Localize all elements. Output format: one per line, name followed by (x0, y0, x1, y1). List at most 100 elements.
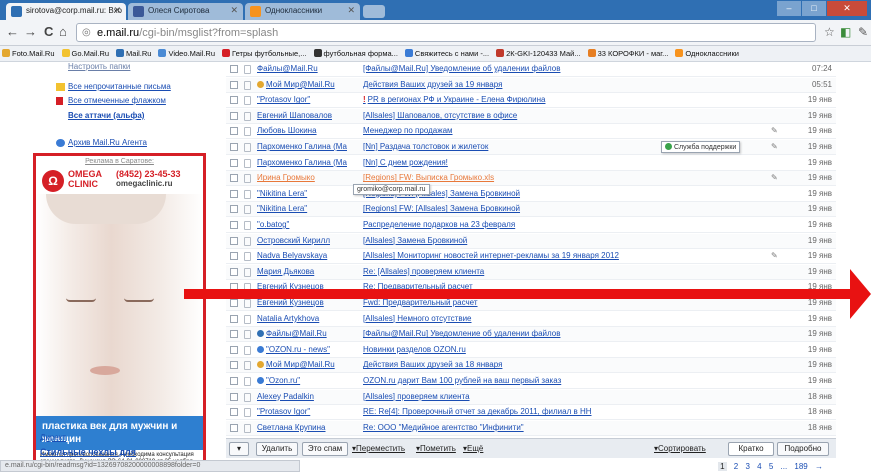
tab-close-icon[interactable]: ✕ (347, 5, 355, 16)
table-row[interactable]: "Protasov Igor"! PR в регионах РФ и Украи… (226, 93, 836, 109)
table-row[interactable]: Любовь Шокина Менеджер по продажам ✎ 19 янв (226, 124, 836, 140)
row-checkbox[interactable] (230, 96, 238, 105)
folder-settings-link[interactable]: Настроить папки (68, 62, 130, 71)
table-row[interactable]: "Protasov Igor" RE: Re[4]: Проверочный от… (226, 405, 836, 421)
back-arrow-icon[interactable]: ← (6, 24, 19, 39)
row-flag-icon[interactable] (244, 314, 251, 324)
mail-subject[interactable]: Действия Ваших друзей за 18 января (363, 360, 663, 369)
row-checkbox[interactable] (230, 377, 238, 385)
table-row[interactable]: Файлы@Mail.Ru [Файлы@Mail.Ru] Уведомление… (226, 62, 836, 77)
row-checkbox[interactable] (230, 80, 238, 89)
agent-archive-link[interactable]: Архив Mail.Ru Агента (68, 138, 147, 147)
table-row[interactable]: Светлана Крупина Re: ООО "Медийное агентс… (226, 420, 836, 436)
select-all-checkbox[interactable]: ▾ (229, 442, 249, 456)
mail-subject[interactable]: Fwd: Предварительный расчет (363, 298, 663, 307)
mail-subject[interactable]: [Allsales] Мониторинг новостей интернет-… (363, 251, 663, 260)
page-1[interactable]: 1 (718, 462, 727, 471)
row-checkbox[interactable] (230, 158, 238, 167)
row-checkbox[interactable] (230, 236, 238, 245)
row-flag-icon[interactable] (244, 252, 251, 262)
tab-mail-inbox[interactable]: sirotova@corp.mail.ru: Вхо ✕ (6, 3, 126, 20)
row-flag-icon[interactable] (244, 345, 251, 355)
mail-subject[interactable]: Распределение подарков на 23 февраля (363, 220, 663, 229)
spam-button[interactable]: Это спам (302, 442, 348, 456)
mail-subject[interactable]: Менеджер по продажам (363, 126, 663, 135)
table-row[interactable]: "OZON.ru - news" Новинки разделов OZON.ru… (226, 342, 836, 358)
row-checkbox[interactable] (230, 127, 238, 136)
row-flag-icon[interactable] (244, 392, 251, 402)
row-checkbox[interactable] (230, 423, 238, 432)
tab-odnoklassniki[interactable]: Одноклассники ✕ (245, 3, 360, 20)
row-flag-icon[interactable] (244, 143, 251, 152)
row-flag-icon[interactable] (244, 236, 251, 246)
bookmark-item[interactable]: Video.Mail.Ru (156, 46, 220, 58)
table-row[interactable]: "Nikitina Lera" [Regions] FW: [Allsales] … (226, 202, 836, 218)
mail-subject[interactable]: [Файлы@Mail.Ru] Уведомление об удалении … (363, 329, 663, 338)
table-row[interactable]: Мой Мир@Mail.Ru Действия Ваших друзей за … (226, 358, 836, 374)
page-3[interactable]: 3 (745, 462, 749, 471)
row-checkbox[interactable] (230, 314, 238, 323)
row-flag-icon[interactable] (244, 221, 251, 230)
more-menu[interactable]: ▾Ещё (463, 444, 483, 453)
row-checkbox[interactable] (230, 111, 238, 120)
row-checkbox[interactable] (230, 189, 238, 198)
table-row[interactable]: Nadva Belyavskaya [Allsales] Мониторинг н… (226, 249, 836, 265)
bookmark-item[interactable]: 2К-GKI-120433 Май... (494, 46, 586, 58)
mark-menu[interactable]: ▾Пометить (416, 444, 456, 453)
flagged-mail-link[interactable]: Все отмеченные флажком (68, 96, 166, 105)
tab-facebook[interactable]: Олеся Сиротова ✕ (128, 3, 243, 20)
row-checkbox[interactable] (230, 205, 238, 214)
page-5[interactable]: 5 (769, 462, 773, 471)
mail-subject[interactable]: [Allsales] проверяем клиента (363, 392, 663, 401)
mail-subject[interactable]: [Regions] FW: [Allsales] Замена Бровкино… (363, 204, 663, 213)
page-last[interactable]: 189 (794, 462, 807, 471)
row-checkbox[interactable] (230, 143, 238, 151)
row-checkbox[interactable] (230, 361, 238, 370)
row-flag-icon[interactable] (244, 65, 251, 74)
wrench-icon[interactable]: ✎ (858, 25, 868, 39)
attachments-link[interactable]: Все аттачи (альфа) (68, 111, 144, 120)
mail-subject[interactable]: [Regions] FW: Выписка Громыко.xls (363, 173, 663, 182)
mail-subject[interactable]: RE: Re[4]: Проверочный отчет за декабрь … (363, 407, 663, 416)
row-flag-icon[interactable] (244, 267, 251, 277)
row-flag-icon[interactable] (244, 423, 251, 433)
bookmark-item[interactable]: Go.Mail.Ru (60, 46, 115, 58)
mail-subject[interactable]: [Allsales] Замена Бровкиной (363, 236, 663, 245)
bookmark-item[interactable]: Гетры футбольные,... (220, 46, 311, 58)
table-row[interactable]: Мария Дьякова Re: [Allsales] проверяем кл… (226, 264, 836, 280)
bookmark-star-icon[interactable]: ☆ (824, 25, 835, 39)
sort-menu[interactable]: ▾Сортировать (654, 444, 706, 453)
bookmark-item[interactable]: Mail.Ru (114, 46, 156, 58)
row-flag-icon[interactable] (244, 158, 251, 168)
page-4[interactable]: 4 (757, 462, 761, 471)
direct-link[interactable]: Директ (40, 433, 66, 442)
row-checkbox[interactable] (230, 408, 238, 417)
page-next-icon[interactable]: → (815, 462, 823, 471)
table-row[interactable]: Ирина Громыко [Regions] FW: Выписка Громы… (226, 171, 836, 187)
mail-subject[interactable]: [Nn] Раздача толстовок и жилеток (363, 142, 663, 151)
row-checkbox[interactable] (230, 221, 238, 229)
row-flag-icon[interactable] (244, 80, 251, 90)
row-flag-icon[interactable] (244, 127, 251, 137)
table-row[interactable]: Евгений Шаповалов [Allsales] Шаповалов, о… (226, 108, 836, 124)
tab-close-icon[interactable]: ✕ (230, 5, 238, 16)
row-flag-icon[interactable] (244, 408, 251, 418)
table-row[interactable]: "Nikitina Lera" [Regions] FW: [Allsales] … (226, 186, 836, 202)
mail-subject[interactable]: Re: [Allsales] проверяем клиента (363, 267, 663, 276)
mail-subject[interactable]: ! PR в регионах РФ и Украине - Елена Фирю… (363, 95, 663, 104)
table-row[interactable]: Пархоменко Галина (Ма [Nn] С днем рождени… (226, 155, 836, 171)
table-row[interactable]: Файлы@Mail.Ru [Файлы@Mail.Ru] Уведомление… (226, 327, 836, 343)
bookmark-item[interactable]: футбольная форма... (312, 46, 403, 58)
row-checkbox[interactable] (230, 65, 238, 73)
row-flag-icon[interactable] (244, 377, 251, 386)
mail-subject[interactable]: OZON.ru дарит Вам 100 рублей на ваш перв… (363, 376, 663, 385)
mail-subject[interactable]: Новинки разделов OZON.ru (363, 345, 663, 354)
page-2[interactable]: 2 (734, 462, 738, 471)
row-flag-icon[interactable] (244, 361, 251, 371)
table-row[interactable]: "o.batog" Распределение подарков на 23 фе… (226, 218, 836, 233)
row-checkbox[interactable] (230, 392, 238, 401)
tab-close-icon[interactable]: ✕ (113, 5, 121, 16)
bookmark-item[interactable]: 33 КОРОФКИ - маг... (586, 46, 674, 58)
row-checkbox[interactable] (230, 299, 238, 307)
new-tab-button[interactable] (363, 5, 385, 18)
